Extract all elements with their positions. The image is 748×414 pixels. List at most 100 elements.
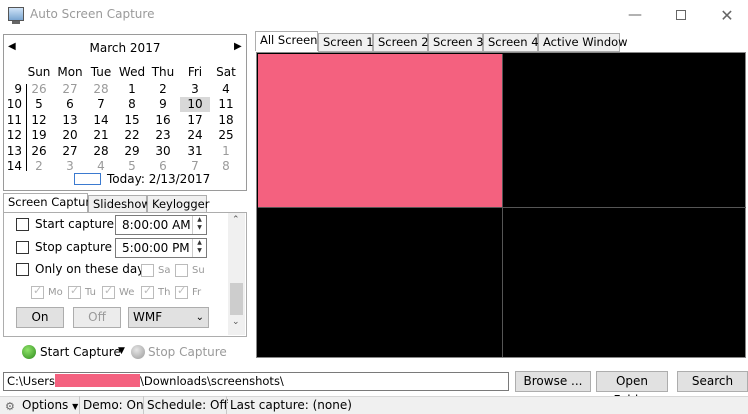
calendar-day[interactable]: 1 [211, 144, 241, 159]
calendar-day[interactable]: 26 [24, 144, 54, 159]
screenshots-folder-input[interactable]: C:\Users \Downloads\screenshots\ [3, 372, 509, 391]
calendar-day[interactable]: 15 [117, 113, 147, 128]
calendar-day[interactable]: 18 [211, 113, 241, 128]
calendar-day[interactable]: 13 [55, 113, 85, 128]
calendar-day[interactable]: 2 [24, 159, 54, 174]
close-button[interactable]: ✕ [704, 0, 748, 30]
title-bar: Auto Screen Capture — ✕ [0, 0, 748, 30]
calendar-day[interactable]: 26 [24, 82, 54, 97]
calendar-day[interactable]: 24 [180, 128, 210, 143]
calendar-day[interactable]: 28 [86, 82, 116, 97]
calendar-prev-arrow-icon[interactable]: ◀ [8, 41, 16, 52]
options-menu[interactable]: Options ▼ [19, 396, 81, 414]
calendar-day[interactable]: 29 [117, 144, 147, 159]
start-time-picker[interactable]: 8:00:00 AM ▲ ▼ [115, 215, 207, 235]
calendar-day[interactable]: 19 [24, 128, 54, 143]
calendar-day[interactable]: 22 [117, 128, 147, 143]
calendar-day[interactable]: 27 [55, 144, 85, 159]
stop-capture-button[interactable]: Stop Capture [131, 344, 231, 362]
calendar-day[interactable]: 23 [148, 128, 178, 143]
screen-preview-1[interactable] [258, 54, 503, 207]
day-friday-label: Fr [192, 287, 202, 298]
options-label: Options [22, 398, 69, 412]
screen-preview-4[interactable] [503, 208, 745, 357]
stop-time-picker[interactable]: 5:00:00 PM ▲ ▼ [115, 238, 207, 258]
tab-screen-capture[interactable]: Screen Capture [3, 193, 97, 213]
tab-screen-2[interactable]: Screen 2 [373, 33, 429, 52]
calendar-day[interactable]: 28 [86, 144, 116, 159]
start-capture-button[interactable]: Start Capture [22, 344, 121, 362]
panel-scrollbar[interactable]: ⌃ ⌄ [228, 213, 245, 335]
screen-preview-2[interactable] [503, 54, 745, 207]
calendar-day[interactable]: 14 [86, 113, 116, 128]
day-of-week-label: Mon [57, 65, 83, 79]
screen-preview-area [256, 52, 746, 358]
calendar-day[interactable]: 11 [211, 97, 241, 112]
calendar-day[interactable]: 4 [211, 82, 241, 97]
calendar-day[interactable]: 16 [148, 113, 178, 128]
tab-screen-3[interactable]: Screen 3 [428, 33, 484, 52]
demo-status: Demo: On [79, 396, 147, 414]
tab-screen-4[interactable]: Screen 4 [483, 33, 539, 52]
start-capture-checkbox[interactable] [16, 218, 29, 231]
today-link[interactable]: Today: 2/13/2017 [107, 172, 210, 186]
day-sunday-checkbox[interactable] [175, 264, 188, 277]
calendar-day[interactable]: 1 [117, 82, 147, 97]
calendar-day[interactable]: 2 [148, 82, 178, 97]
calendar-day[interactable]: 6 [55, 97, 85, 112]
stop-time-spinner[interactable]: ▲ ▼ [192, 239, 206, 257]
day-saturday-checkbox[interactable] [141, 264, 154, 277]
calendar-day[interactable]: 21 [86, 128, 116, 143]
calendar-day[interactable]: 3 [180, 82, 210, 97]
day-saturday-label: Sa [158, 265, 171, 276]
tab-all-screens[interactable]: All Screens [255, 31, 323, 51]
open-folder-button[interactable]: Open Folder [596, 371, 668, 407]
calendar-day[interactable]: 20 [55, 128, 85, 143]
app-icon [8, 7, 24, 24]
calendar-day-selected[interactable]: 10 [180, 97, 210, 113]
only-on-days-checkbox[interactable] [16, 263, 29, 276]
stop-capture-checkbox[interactable] [16, 241, 29, 254]
calendar-day[interactable]: 3 [55, 159, 85, 174]
week-number: 11 [6, 112, 22, 127]
calendar-day[interactable]: 7 [86, 97, 116, 112]
day-tuesday-checkbox[interactable] [68, 284, 81, 299]
start-time-spinner[interactable]: ▲ ▼ [192, 216, 206, 234]
search-button[interactable]: Search [677, 371, 748, 392]
redacted-username [54, 374, 140, 387]
day-friday-checkbox[interactable] [175, 284, 188, 299]
preview-divider-vertical [502, 54, 503, 357]
day-thursday-checkbox[interactable] [141, 284, 154, 299]
calendar-day[interactable]: 25 [211, 128, 241, 143]
on-button[interactable]: On [16, 307, 64, 328]
calendar-day[interactable]: 8 [117, 97, 147, 112]
calendar-day[interactable]: 27 [55, 82, 85, 97]
month-calendar[interactable]: March 2017 ◀ ▶ Sun Mon Tue Wed Thu Fri Sat 9 26… [3, 34, 247, 191]
gear-icon[interactable]: ⚙ [5, 400, 15, 413]
minimize-button[interactable]: — [612, 0, 658, 30]
calendar-day[interactable]: 8 [211, 159, 241, 174]
calendar-day[interactable]: 30 [148, 144, 178, 159]
day-tuesday-label: Tu [85, 287, 96, 298]
calendar-next-arrow-icon[interactable]: ▶ [234, 41, 242, 52]
calendar-day[interactable]: 5 [24, 97, 54, 112]
start-capture-dropdown-icon[interactable]: ▼ [118, 346, 125, 356]
tab-screen-1[interactable]: Screen 1 [318, 33, 374, 52]
day-monday-checkbox[interactable] [31, 284, 44, 299]
screen-preview-3[interactable] [258, 208, 502, 357]
calendar-day[interactable]: 9 [148, 97, 178, 112]
image-format-select[interactable]: WMF ⌄ [128, 307, 209, 328]
browse-button[interactable]: Browse ... [515, 371, 591, 392]
calendar-day[interactable]: 31 [180, 144, 210, 159]
scrollbar-thumb[interactable] [230, 283, 243, 315]
tab-active-window[interactable]: Active Window [538, 33, 628, 52]
chevron-down-icon: ⌄ [195, 312, 204, 323]
maximize-button[interactable] [658, 0, 704, 30]
week-number: 10 [6, 97, 22, 112]
calendar-day[interactable]: 12 [24, 113, 54, 128]
scroll-up-icon[interactable]: ⌃ [232, 215, 240, 225]
off-button[interactable]: Off [73, 307, 121, 328]
calendar-day[interactable]: 17 [180, 113, 210, 128]
day-wednesday-checkbox[interactable] [102, 284, 115, 299]
scroll-down-icon[interactable]: ⌄ [232, 317, 240, 327]
